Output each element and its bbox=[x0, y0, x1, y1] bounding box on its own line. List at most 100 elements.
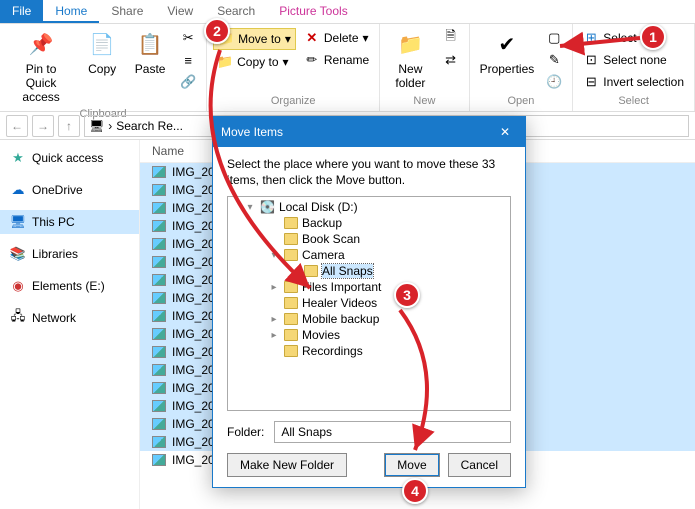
dialog-close-button[interactable]: ✕ bbox=[493, 120, 517, 144]
tree-item-allsnaps[interactable]: All Snaps bbox=[228, 263, 510, 279]
image-file-icon bbox=[152, 292, 166, 304]
tab-home[interactable]: Home bbox=[43, 0, 99, 23]
folder-icon bbox=[284, 217, 298, 229]
image-file-icon bbox=[152, 256, 166, 268]
tree-item-healer[interactable]: Healer Videos bbox=[228, 295, 510, 311]
nav-forward-button[interactable]: → bbox=[32, 115, 54, 137]
file-name: IMG_20 bbox=[172, 435, 215, 449]
tab-share[interactable]: Share bbox=[99, 0, 155, 23]
copy-icon: 📄 bbox=[86, 28, 118, 60]
delete-button[interactable]: ✕Delete▾ bbox=[300, 28, 373, 48]
expand-icon[interactable]: ▸ bbox=[268, 314, 280, 325]
sidebar-item-thispc[interactable]: 🖥This PC bbox=[0, 210, 139, 234]
select-group-label: Select bbox=[618, 93, 649, 109]
sidebar-item-label: Libraries bbox=[32, 247, 78, 261]
properties-icon: ✔ bbox=[491, 28, 523, 60]
sidebar-item-elements[interactable]: ◉Elements (E:) bbox=[0, 274, 139, 298]
pin-quick-access-button[interactable]: 📌Pin to Quick access bbox=[6, 26, 76, 106]
tree-item-bookscan[interactable]: Book Scan bbox=[228, 231, 510, 247]
select-none-button[interactable]: ⊡ Select none bbox=[579, 50, 688, 70]
paste-icon: 📋 bbox=[134, 28, 166, 60]
file-name: IMG_20 bbox=[172, 345, 215, 359]
invert-selection-button[interactable]: ⊟Invert selection bbox=[579, 72, 688, 92]
easy-access-button[interactable]: ⇄ bbox=[439, 50, 463, 70]
expand-icon[interactable]: ▸ bbox=[268, 330, 280, 341]
image-file-icon bbox=[152, 274, 166, 286]
image-file-icon bbox=[152, 400, 166, 412]
rename-button[interactable]: ✏Rename bbox=[300, 50, 373, 70]
sidebar-item-libraries[interactable]: 📚 Libraries bbox=[0, 242, 139, 266]
newfolder-label: New folder bbox=[390, 62, 430, 90]
rename-label: Rename bbox=[324, 53, 369, 67]
new-folder-button[interactable]: 📁New folder bbox=[386, 26, 434, 92]
paste-button[interactable]: 📋Paste bbox=[128, 26, 172, 78]
image-file-icon bbox=[152, 436, 166, 448]
folder-input[interactable] bbox=[274, 421, 511, 443]
tree-item-disk[interactable]: ▾💽Local Disk (D:) bbox=[228, 199, 510, 215]
cut-button[interactable]: ✂ bbox=[176, 28, 200, 48]
copy-to-button[interactable]: 📁Copy to▾ bbox=[213, 52, 296, 72]
tree-item-movies[interactable]: ▸ Movies bbox=[228, 327, 510, 343]
nav-back-button[interactable]: ← bbox=[6, 115, 28, 137]
pin-label: Pin to Quick access bbox=[10, 62, 72, 104]
select-none-icon: ⊡ bbox=[583, 52, 599, 68]
selectnone-label: Select none bbox=[603, 53, 666, 67]
folder-icon bbox=[284, 233, 298, 245]
file-name: IMG_20 bbox=[172, 165, 215, 179]
history-icon: 🕘 bbox=[546, 74, 562, 90]
tree-item-label: Book Scan bbox=[302, 232, 360, 246]
expand-icon[interactable]: ▾ bbox=[244, 202, 256, 213]
tab-view[interactable]: View bbox=[155, 0, 205, 23]
tree-item-camera[interactable]: ▾Camera bbox=[228, 247, 510, 263]
dialog-titlebar[interactable]: Move Items ✕ bbox=[213, 117, 525, 147]
tree-item-label: Movies bbox=[302, 328, 340, 342]
properties-button[interactable]: ✔Properties bbox=[476, 26, 539, 78]
libraries-icon: 📚 bbox=[10, 246, 26, 262]
history-button[interactable]: 🕘 bbox=[542, 72, 566, 92]
image-file-icon bbox=[152, 220, 166, 232]
tab-file[interactable]: File bbox=[0, 0, 43, 23]
edit-button[interactable]: ✎ bbox=[542, 50, 566, 70]
open-icon: ▢ bbox=[546, 30, 562, 46]
move-items-dialog: Move Items ✕ Select the place where you … bbox=[212, 116, 526, 488]
tab-picture-tools[interactable]: Picture Tools bbox=[267, 0, 359, 23]
tree-item-files[interactable]: ▸Files Important bbox=[228, 279, 510, 295]
folder-icon bbox=[284, 297, 298, 309]
copy-label: Copy bbox=[88, 62, 116, 76]
sidebar-item-label: Quick access bbox=[32, 151, 103, 165]
expand-icon[interactable]: ▾ bbox=[268, 250, 280, 261]
folder-tree[interactable]: ▾💽Local Disk (D:) Backup Book Scan ▾Came… bbox=[227, 196, 511, 411]
copy-path-button[interactable]: ≡ bbox=[176, 50, 200, 70]
copy-button[interactable]: 📄 Copy bbox=[80, 26, 124, 78]
expand-icon[interactable]: ▸ bbox=[268, 282, 280, 293]
path-icon: ≡ bbox=[180, 52, 196, 68]
sidebar-item-network[interactable]: 🖧Network bbox=[0, 306, 139, 330]
annotation-badge-1: 1 bbox=[640, 24, 666, 50]
tree-item-recordings[interactable]: Recordings bbox=[228, 343, 510, 359]
image-file-icon bbox=[152, 328, 166, 340]
move-button[interactable]: Move bbox=[384, 453, 439, 477]
nav-up-button[interactable]: ↑ bbox=[58, 115, 80, 137]
make-new-folder-button[interactable]: Make New Folder bbox=[227, 453, 347, 477]
new-item-icon: 🗎 bbox=[443, 30, 459, 46]
open-button[interactable]: ▢ bbox=[542, 28, 566, 48]
file-name: IMG_20 bbox=[172, 201, 215, 215]
tree-item-backup[interactable]: Backup bbox=[228, 215, 510, 231]
file-name: IMG_20 bbox=[172, 417, 215, 431]
new-item-button[interactable]: 🗎 bbox=[439, 28, 463, 48]
cloud-icon: ☁ bbox=[10, 182, 26, 198]
tree-item-label: Recordings bbox=[302, 344, 363, 358]
pc-icon: 🖥 bbox=[89, 119, 104, 133]
annotation-badge-4: 4 bbox=[402, 478, 428, 504]
image-file-icon bbox=[152, 382, 166, 394]
sidebar-item-quick-access[interactable]: ★Quick access bbox=[0, 146, 139, 170]
file-name: IMG_20 bbox=[172, 309, 215, 323]
select-all-button[interactable]: ⊞Select all bbox=[579, 28, 688, 48]
tree-item-mobile[interactable]: ▸Mobile backup bbox=[228, 311, 510, 327]
file-name: IMG_20 bbox=[172, 363, 215, 377]
cancel-button[interactable]: Cancel bbox=[448, 453, 511, 477]
paste-shortcut-button[interactable]: 🔗 bbox=[176, 72, 200, 92]
dialog-message: Select the place where you want to move … bbox=[227, 157, 511, 188]
annotation-badge-2: 2 bbox=[204, 18, 230, 44]
sidebar-item-onedrive[interactable]: ☁OneDrive bbox=[0, 178, 139, 202]
